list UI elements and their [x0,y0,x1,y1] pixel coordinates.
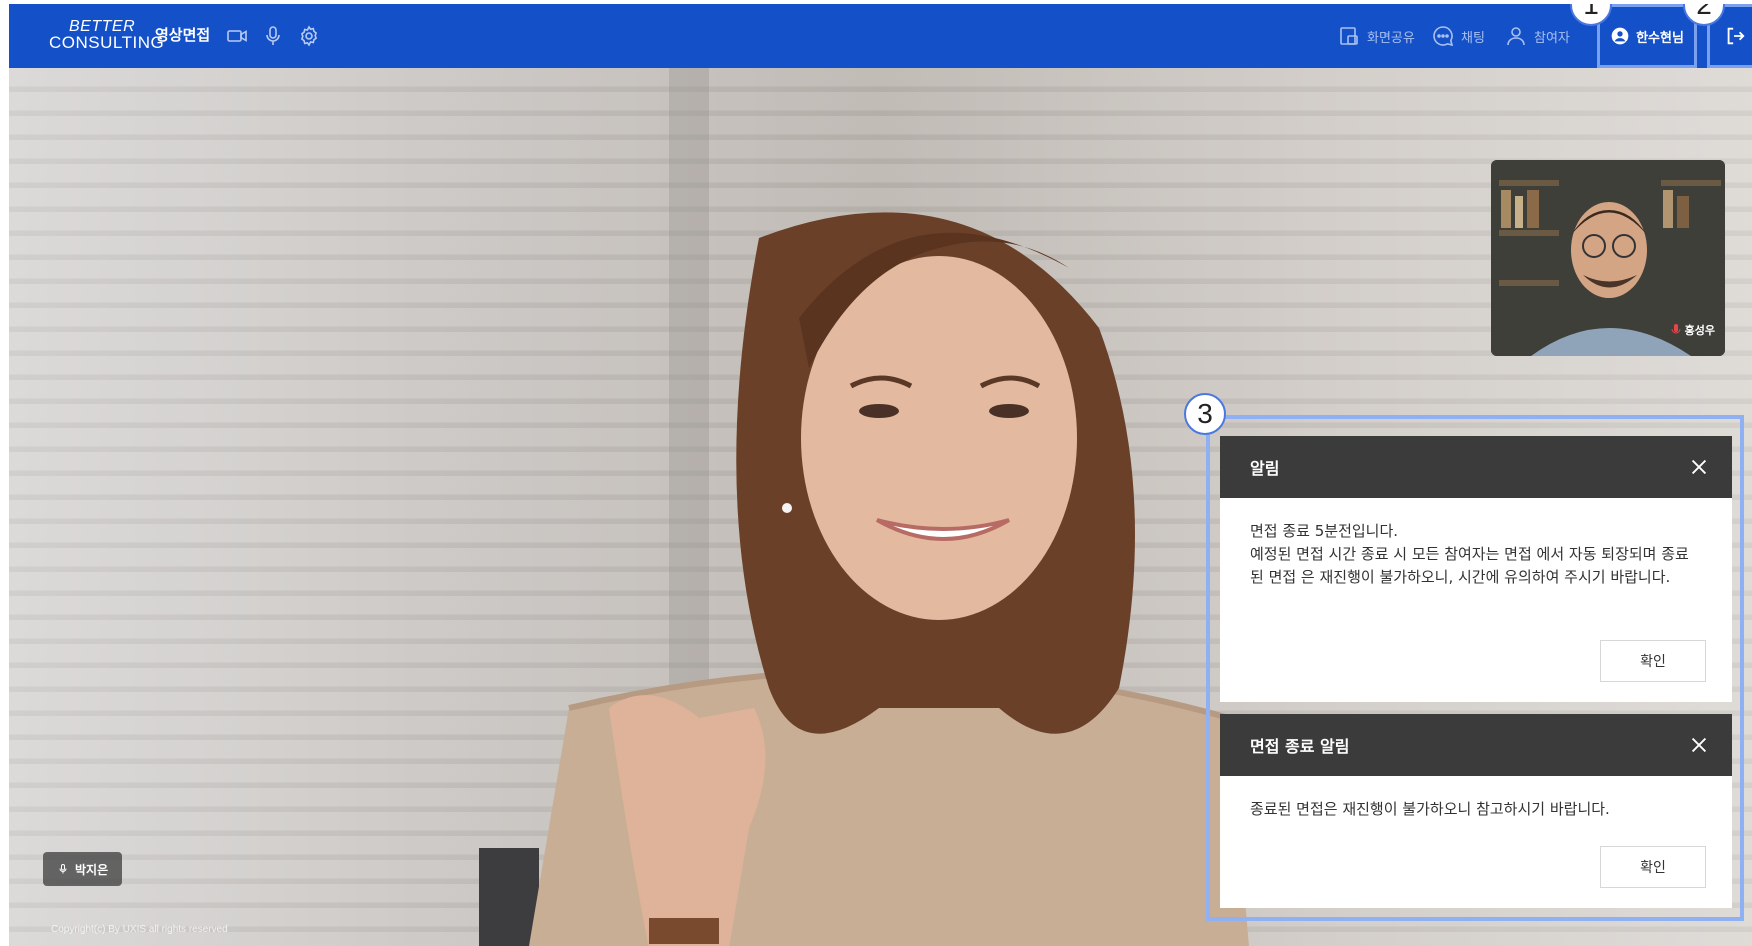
end-notice-title: 면접 종료 알림 [1250,737,1350,756]
copyright: Copyright(c) By UXIS all rights reserved [51,924,228,935]
alert-dialog-body: 면접 종료 5분전입니다. 예정된 면접 시간 종료 시 모든 참여자는 면접 … [1220,498,1732,589]
close-icon[interactable] [1688,734,1710,756]
alert-dialog-header: 알림 [1220,436,1732,498]
speaker-name: 박지은 [75,862,109,877]
chat-icon [1433,26,1454,47]
alert-line-1: 면접 종료 5분전입니다. [1250,522,1399,540]
alert-line-2: 예정된 면접 시간 종료 시 모든 참여자는 면접 에서 자동 퇴장되며 종료된… [1250,545,1689,586]
mic-icon [59,864,67,874]
pip-name-tag: 홍성우 [1671,322,1715,338]
close-icon[interactable] [1688,456,1710,478]
exit-icon [1727,27,1745,45]
pip-name: 홍성우 [1684,324,1715,337]
participants-button[interactable]: 참여자 [1504,22,1570,50]
participants-label: 참여자 [1534,30,1570,46]
chat-label: 채팅 [1461,30,1485,46]
screen-share-icon [1340,27,1358,45]
top-bar: BETTER CONSULTING 영상면접 화면공유 채팅 참여자 한수현님 [9,4,1752,68]
user-name: 한수현님 [1636,30,1684,46]
chat-button[interactable]: 채팅 [1431,22,1485,50]
end-notice-confirm-button[interactable]: 확인 [1600,846,1706,888]
end-notice-header: 면접 종료 알림 [1220,714,1732,776]
video-interview-screen: BETTER CONSULTING 영상면접 화면공유 채팅 참여자 한수현님 [9,4,1752,946]
logo-line2: CONSULTING [49,33,165,52]
pip-video[interactable]: 홍성우 [1491,160,1725,356]
participants-icon [1507,27,1525,46]
video-icon[interactable] [225,24,249,48]
alert-dialog: 알림 면접 종료 5분전입니다. 예정된 면접 시간 종료 시 모든 참여자는 … [1220,436,1732,702]
settings-icon[interactable] [297,24,321,48]
alert-confirm-button[interactable]: 확인 [1600,640,1706,682]
screen-share-button[interactable]: 화면공유 [1337,22,1415,50]
logo: BETTER CONSULTING [49,18,164,56]
speaker-label: 박지은 [43,852,123,886]
app-title: 영상면접 [155,26,211,44]
screen-share-label: 화면공유 [1367,30,1415,46]
end-notice-body: 종료된 면접은 재진행이 불가하오니 참고하시기 바랍니다. [1220,776,1732,821]
user-profile-button[interactable]: 한수현님 [1597,4,1697,68]
user-icon [1611,27,1629,45]
mic-icon[interactable] [261,24,285,48]
mic-active-icon [1671,324,1681,334]
end-notice-text: 종료된 면접은 재진행이 불가하오니 참고하시기 바랍니다. [1250,800,1610,818]
end-notice-dialog: 면접 종료 알림 종료된 면접은 재진행이 불가하오니 참고하시기 바랍니다. … [1220,714,1732,908]
marker-3: 3 [1184,393,1226,435]
alert-dialog-title: 알림 [1250,459,1280,478]
